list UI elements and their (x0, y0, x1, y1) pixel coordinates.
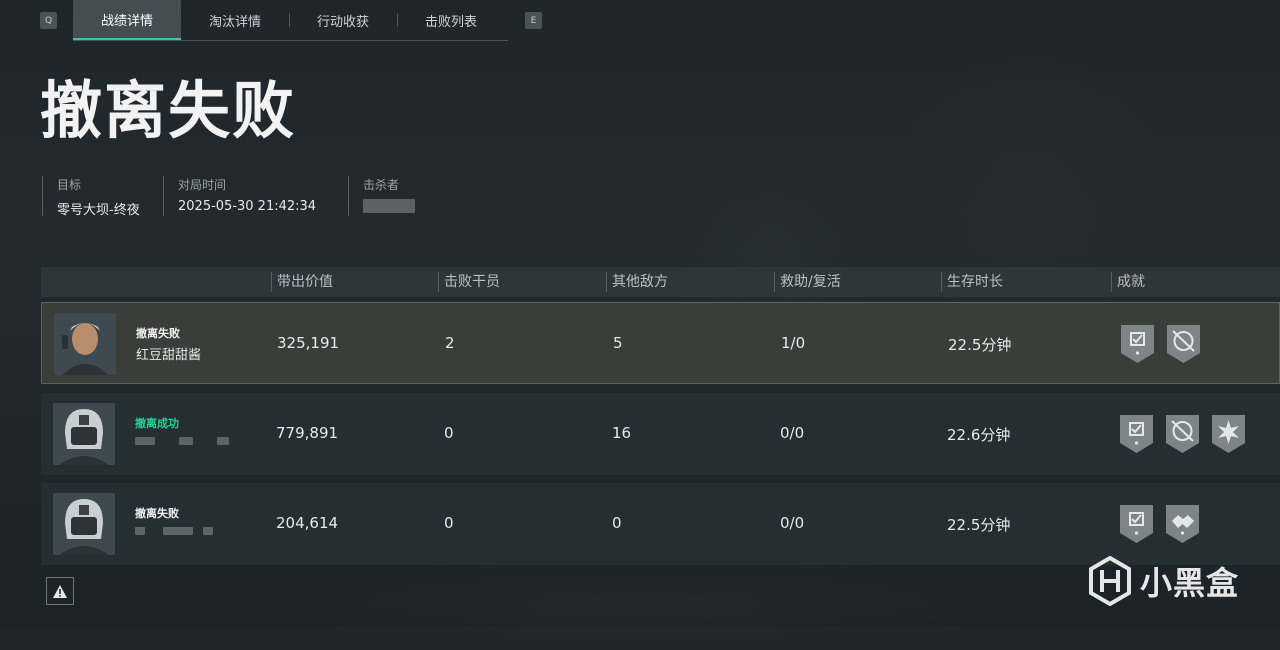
page-title: 撤离失败 (40, 74, 297, 147)
crosshair-icon[interactable] (1165, 323, 1202, 365)
assist-count: 1/0 (781, 334, 806, 352)
time-label: 对局时间 (178, 178, 227, 192)
table-header: 带出价值 击败干员 其他敌方 救助/复活 生存时长 成就 (41, 267, 1280, 297)
handshake-icon[interactable] (1164, 503, 1201, 545)
assist-count: 0/0 (780, 424, 805, 442)
target-value: 零号大坝-终夜 (57, 203, 140, 218)
meta-time: 对局时间 2025-05-30 21:42:34 (163, 176, 316, 216)
extract-value: 204,614 (276, 514, 339, 532)
survival-time: 22.5分钟 (948, 336, 1012, 354)
header-kills: 击败干员 (438, 267, 500, 297)
target-label: 目标 (57, 178, 82, 192)
avatar (53, 493, 115, 555)
player-name-blurred (135, 434, 229, 449)
table-row[interactable]: 撤离失败 红豆甜甜酱 325,191 2 5 1/0 22.5分钟 (41, 302, 1280, 384)
extract-value: 325,191 (277, 334, 340, 352)
meta-killer: 击杀者 (348, 176, 415, 216)
next-tab-key[interactable]: E (525, 12, 542, 29)
killer-name-blurred (363, 199, 415, 217)
other-enemies-count: 16 (612, 424, 632, 442)
header-other-enemies: 其他敌方 (606, 267, 668, 297)
player-name-blurred (135, 524, 213, 539)
assist-count: 0/0 (780, 514, 805, 532)
header-achievements: 成就 (1111, 267, 1145, 297)
header-survival: 生存时长 (941, 267, 1003, 297)
kills-count: 0 (444, 514, 454, 532)
crosshair-icon[interactable] (1164, 413, 1201, 455)
burst-icon[interactable] (1210, 413, 1247, 455)
status-label: 撤离成功 (135, 417, 179, 430)
tab-action-rewards[interactable]: 行动收获 (289, 0, 397, 40)
medal-icon[interactable] (1118, 503, 1155, 545)
header-assist: 救助/复活 (774, 267, 841, 297)
tab-bar: Q 战绩详情 淘汰详情 行动收获 击败列表 E (0, 0, 560, 41)
status-label: 撤离失败 (136, 327, 180, 340)
medal-icon[interactable] (1118, 413, 1155, 455)
status-label: 撤离失败 (135, 507, 179, 520)
tab-battle-details[interactable]: 战绩详情 (73, 0, 181, 40)
killer-label: 击杀者 (363, 178, 400, 192)
avatar (53, 403, 115, 465)
extract-value: 779,891 (276, 424, 339, 442)
player-name: 红豆甜甜酱 (136, 348, 202, 363)
tab-elimination-details[interactable]: 淘汰详情 (181, 0, 289, 40)
watermark: 小黑盒 (1088, 556, 1239, 606)
table-row[interactable]: 撤离成功 779,891 0 16 0/0 22.6分钟 (41, 393, 1280, 475)
heybox-logo-icon (1089, 556, 1131, 606)
header-value: 带出价值 (271, 267, 333, 297)
watermark-text: 小黑盒 (1140, 564, 1240, 602)
medal-icon[interactable] (1119, 323, 1156, 365)
tab-defeat-list[interactable]: 击败列表 (397, 0, 505, 40)
other-enemies-count: 5 (613, 334, 623, 352)
avatar (54, 313, 116, 375)
meta-target: 目标 零号大坝-终夜 (42, 176, 140, 218)
warning-icon (53, 584, 67, 598)
other-enemies-count: 0 (612, 514, 622, 532)
survival-time: 22.5分钟 (947, 516, 1011, 534)
prev-tab-key[interactable]: Q (40, 12, 57, 29)
survival-time: 22.6分钟 (947, 426, 1011, 444)
kills-count: 0 (444, 424, 454, 442)
time-value: 2025-05-30 21:42:34 (178, 199, 317, 214)
table-row[interactable]: 撤离失败 204,614 0 0 0/0 22.5分钟 (41, 483, 1280, 565)
kills-count: 2 (445, 334, 455, 352)
report-button[interactable] (46, 577, 74, 605)
